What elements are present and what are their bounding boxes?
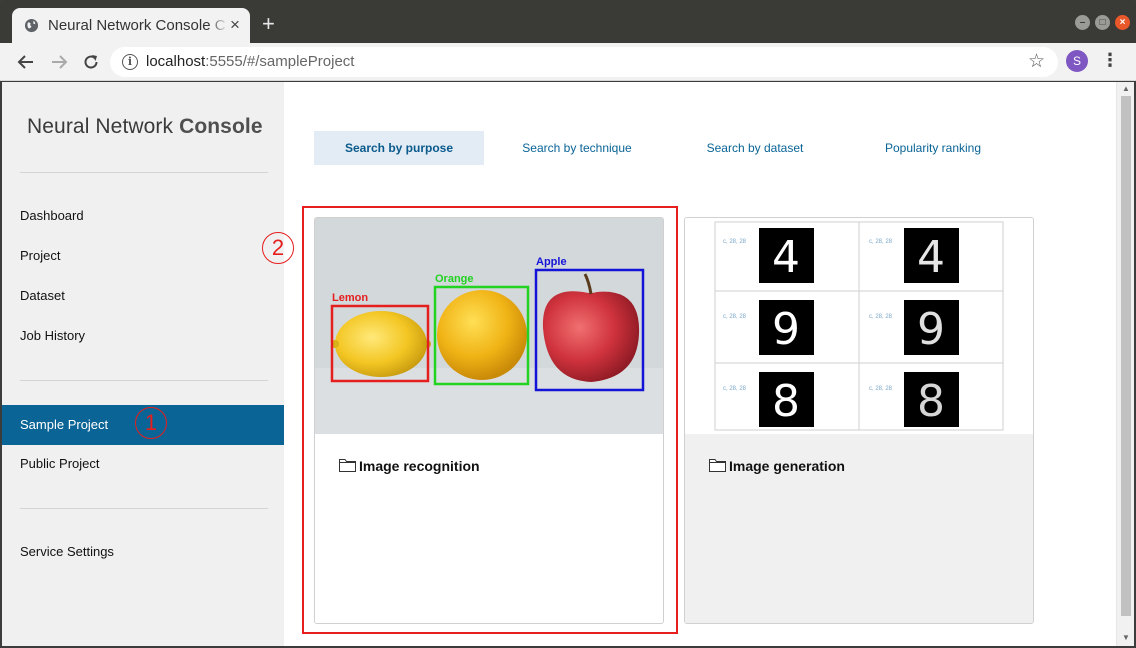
lemon-label: Lemon — [332, 292, 368, 304]
sample-card-image-recognition[interactable]: Lemon Orange Apple Image recognition — [314, 217, 664, 624]
sample-card-image-generation[interactable]: c, 28, 28 c, 28, 28 c, 28, 28 c, 28, 28 … — [684, 217, 1034, 624]
tab-search-by-technique[interactable]: Search by technique — [492, 131, 662, 165]
browser-menu-icon[interactable]: ⋮ — [1101, 49, 1119, 71]
new-tab-button[interactable]: + — [262, 12, 275, 36]
browser-toolbar: i localhost:5555/#/sampleProject ☆ — [0, 43, 1136, 81]
page-scrollbar[interactable]: ▲ ▼ — [1116, 82, 1134, 646]
sidebar-divider — [20, 172, 268, 173]
digit-glyph: 4 — [917, 232, 945, 283]
card-title: Image recognition — [359, 458, 480, 474]
card-body: Image generation — [685, 434, 1033, 623]
digit-glyph: 8 — [917, 376, 945, 427]
tab-popularity-ranking[interactable]: Popularity ranking — [848, 131, 1018, 165]
orange-label: Orange — [435, 273, 474, 285]
window-minimize-button[interactable]: – — [1075, 15, 1090, 30]
sidebar-item-public-project[interactable]: Public Project — [2, 444, 284, 484]
info-icon[interactable]: i — [122, 54, 138, 70]
sidebar-item-job-history[interactable]: Job History — [2, 316, 284, 356]
browser-titlebar: Neural Network Console C × + – □ × — [0, 0, 1136, 43]
sidebar-item-service-settings[interactable]: Service Settings — [2, 532, 284, 572]
back-arrow-icon[interactable] — [14, 50, 38, 74]
sidebar-divider — [20, 380, 268, 381]
digit-shape-label: c, 28, 28 — [723, 386, 747, 392]
digit-shape-label: c, 28, 28 — [869, 314, 893, 320]
scroll-thumb[interactable] — [1121, 96, 1131, 616]
card-body: Image recognition — [315, 434, 663, 623]
logo-light-text: Neural Network — [27, 115, 174, 138]
annotation-marker-2: 2 — [262, 232, 294, 264]
app-logo: Neural Network Console — [27, 115, 263, 139]
globe-icon — [24, 18, 39, 33]
digit-shape-label: c, 28, 28 — [869, 239, 893, 245]
main-content: Search by purpose Search by technique Se… — [284, 82, 1116, 646]
digit-shape-label: c, 28, 28 — [869, 386, 893, 392]
logo-bold-text: Console — [179, 115, 263, 138]
digit-shape-label: c, 28, 28 — [723, 239, 747, 245]
url-host: localhost — [146, 53, 206, 70]
tab-search-by-purpose[interactable]: Search by purpose — [314, 131, 484, 165]
browser-tab[interactable]: Neural Network Console C × — [12, 8, 250, 43]
url-text[interactable]: localhost:5555/#/sampleProject — [146, 53, 354, 70]
reload-icon[interactable] — [79, 50, 103, 74]
sidebar-divider — [20, 508, 268, 509]
annotation-marker-1: 1 — [135, 407, 167, 439]
sidebar-item-dashboard[interactable]: Dashboard — [2, 196, 284, 236]
digit-glyph: 9 — [917, 304, 945, 355]
url-path: :5555/#/sampleProject — [205, 53, 355, 70]
sidebar-item-project[interactable]: Project — [2, 236, 284, 276]
digit-glyph: 8 — [772, 376, 800, 427]
address-bar[interactable]: i localhost:5555/#/sampleProject ☆ — [110, 47, 1058, 77]
digit-shape-label: c, 28, 28 — [723, 314, 747, 320]
scroll-down-arrow-icon[interactable]: ▼ — [1121, 633, 1131, 643]
apple-label: Apple — [536, 256, 567, 268]
digit-glyph: 9 — [772, 304, 800, 355]
sidebar: Neural Network Console Dashboard Project… — [2, 82, 284, 646]
tab-search-by-dataset[interactable]: Search by dataset — [670, 131, 840, 165]
fruit-detection-image: Lemon Orange Apple — [315, 218, 663, 434]
sidebar-item-dataset[interactable]: Dataset — [2, 276, 284, 316]
tab-fade — [208, 12, 228, 38]
forward-arrow-icon[interactable] — [47, 50, 71, 74]
bookmark-star-icon[interactable]: ☆ — [1028, 50, 1045, 73]
digit-glyph: 4 — [772, 232, 800, 283]
card-title: Image generation — [729, 458, 845, 474]
tab-close-button[interactable]: × — [230, 15, 240, 35]
window-close-button[interactable]: × — [1115, 15, 1130, 30]
window-maximize-button[interactable]: □ — [1095, 15, 1110, 30]
profile-avatar[interactable]: S — [1066, 50, 1088, 72]
page-content: Neural Network Console Dashboard Project… — [2, 82, 1134, 646]
tab-title: Neural Network Console C — [48, 17, 226, 34]
generated-digits-image: c, 28, 28 c, 28, 28 c, 28, 28 c, 28, 28 … — [685, 218, 1033, 434]
scroll-up-arrow-icon[interactable]: ▲ — [1121, 84, 1131, 94]
